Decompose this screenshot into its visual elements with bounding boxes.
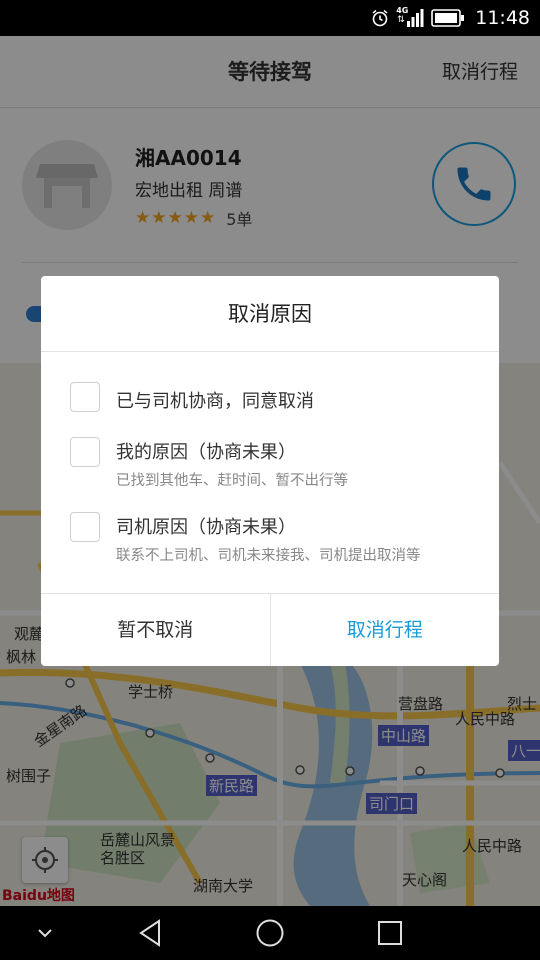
cancel-option-driver-reason[interactable]: 司机原因（协商未果） 联系不上司机、司机未来接我、司机提出取消等: [70, 512, 489, 568]
cancel-option-my-reason[interactable]: 我的原因（协商未果） 已找到其他车、赶时间、暂不出行等: [70, 437, 489, 493]
home-circle-icon: [256, 919, 284, 947]
signal-icon: 4G ⇅: [396, 6, 424, 28]
cancel-reason-dialog: 取消原因 已与司机协商，同意取消 我的原因（协商未果） 已找到其他车、赶时间、暂…: [41, 276, 499, 666]
dialog-title: 取消原因: [41, 276, 499, 352]
checkbox[interactable]: [70, 382, 100, 412]
keep-trip-button[interactable]: 暂不取消: [41, 594, 271, 666]
nav-recents-button[interactable]: [365, 906, 415, 960]
option-description: 已找到其他车、赶时间、暂不出行等: [116, 473, 348, 489]
checkbox[interactable]: [70, 512, 100, 542]
alarm-clock-icon: [372, 9, 388, 27]
option-label: 我的原因（协商未果）: [116, 442, 296, 463]
nav-hide-button[interactable]: [20, 906, 70, 960]
option-label: 司机原因（协商未果）: [116, 517, 296, 538]
status-time: 11:48: [475, 7, 530, 29]
confirm-cancel-trip-button[interactable]: 取消行程: [271, 594, 500, 666]
option-label: 已与司机协商，同意取消: [116, 391, 314, 412]
nav-back-button[interactable]: [125, 906, 175, 960]
back-triangle-icon: [139, 919, 160, 947]
dialog-actions: 暂不取消 取消行程: [41, 593, 499, 666]
status-bar: 4G ⇅ 11:48: [0, 0, 540, 36]
option-description: 联系不上司机、司机未来接我、司机提出取消等: [116, 548, 421, 564]
cancel-option-negotiated[interactable]: 已与司机协商，同意取消: [70, 382, 489, 416]
system-nav-bar: [0, 906, 540, 960]
chevron-down-icon: [38, 929, 52, 938]
recents-square-icon: [378, 921, 402, 945]
nav-home-button[interactable]: [245, 906, 295, 960]
battery-icon: [431, 9, 465, 27]
checkbox[interactable]: [70, 437, 100, 467]
